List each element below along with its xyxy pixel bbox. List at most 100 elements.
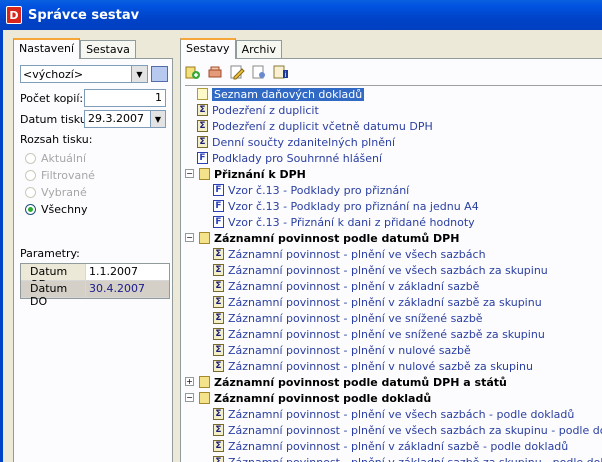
param-row[interactable]: Datum DO 30.4.2007 bbox=[21, 281, 169, 308]
tab-sestavy[interactable]: Sestavy bbox=[180, 38, 236, 59]
sum-report-icon: Σ bbox=[213, 408, 224, 420]
tab-nastaveni[interactable]: Nastavení bbox=[13, 38, 81, 59]
tree-item[interactable]: − Záznamní povinnost podle dokladů bbox=[185, 390, 602, 406]
tree-item[interactable]: Σ Záznamní povinnost - plnění ve snížené … bbox=[185, 326, 602, 342]
tree-item-label: Podklady pro Souhrnné hlášení bbox=[212, 151, 383, 165]
tree-item[interactable]: Σ Záznamní povinnost - plnění v nulové sa… bbox=[185, 342, 602, 358]
tree-item-label: Záznamní povinnost - plnění ve všech saz… bbox=[228, 263, 548, 277]
tree-item-label: Přiznání k DPH bbox=[214, 167, 306, 181]
tree-item-label: Vzor č.13 - Přiznání k dani z přidané ho… bbox=[228, 215, 475, 229]
sum-report-icon: Σ bbox=[213, 456, 224, 462]
sum-report-icon: Σ bbox=[213, 344, 224, 356]
tree-item[interactable]: F Podklady pro Souhrnné hlášení bbox=[185, 150, 602, 166]
tree-item-label: Záznamní povinnost - plnění ve všech saz… bbox=[228, 407, 575, 421]
chevron-down-icon[interactable]: ▼ bbox=[131, 66, 147, 82]
copies-label: Počet kopií: bbox=[20, 92, 84, 105]
tree-item-label: Záznamní povinnost - plnění ve snížené s… bbox=[228, 327, 545, 341]
folder-icon bbox=[199, 392, 210, 404]
tree-item-label: Podezření z duplicit včetně datumu DPH bbox=[212, 119, 433, 133]
chevron-down-icon[interactable]: ▼ bbox=[150, 111, 165, 127]
tree-item-label: Záznamní povinnost - plnění v základní s… bbox=[228, 279, 480, 293]
print-date-label: Datum tisku: bbox=[20, 113, 91, 126]
edit-icon[interactable] bbox=[229, 64, 245, 80]
tree-item[interactable]: F Vzor č.13 - Přiznání k dani z přidané h… bbox=[185, 214, 602, 230]
tree-item[interactable]: Σ Záznamní povinnost - plnění v nulové sa… bbox=[185, 358, 602, 374]
radio-aktualni[interactable]: Aktuální bbox=[25, 152, 86, 165]
sum-report-icon: Σ bbox=[213, 360, 224, 372]
tree-item-label: Seznam daňových dokladů bbox=[212, 87, 365, 101]
params-table: Datum OD 1.1.2007 Datum DO 30.4.2007 bbox=[20, 263, 170, 308]
radio-vsechny[interactable]: Všechny bbox=[25, 203, 88, 216]
sum-report-icon: Σ bbox=[213, 328, 224, 340]
right-tab-strip: Sestavy Archiv bbox=[180, 38, 282, 59]
tree-item-label: Záznamní povinnost - plnění v základní s… bbox=[228, 439, 569, 453]
tree-item[interactable]: Seznam daňových dokladů bbox=[185, 86, 602, 102]
copies-input[interactable]: 1 bbox=[84, 89, 166, 107]
tree-item[interactable]: Σ Záznamní povinnost - plnění ve všech sa… bbox=[185, 246, 602, 262]
tree-item-label: Záznamní povinnost - plnění v základní s… bbox=[228, 455, 602, 462]
sum-report-icon: Σ bbox=[197, 120, 208, 132]
tree-item[interactable]: Σ Záznamní povinnost - plnění v základní … bbox=[185, 454, 602, 462]
tree-item[interactable]: Σ Záznamní povinnost - plnění ve všech sa… bbox=[185, 262, 602, 278]
folder-icon bbox=[199, 232, 210, 244]
tree-item[interactable]: Σ Záznamní povinnost - plnění ve snížené … bbox=[185, 310, 602, 326]
document-icon bbox=[197, 88, 208, 100]
sum-report-icon: Σ bbox=[197, 136, 208, 148]
add-icon[interactable] bbox=[185, 64, 201, 80]
tree-item[interactable]: F Vzor č.13 - Podklady pro přiznání na je… bbox=[185, 198, 602, 214]
reports-tree: Seznam daňových dokladů Σ Podezření z dupl… bbox=[185, 85, 602, 462]
param-row[interactable]: Datum OD 1.1.2007 bbox=[21, 264, 169, 291]
tree-item[interactable]: + Záznamní povinnost podle datumů DPH a s… bbox=[185, 374, 602, 390]
tree-item[interactable]: Σ Záznamní povinnost - plnění ve všech sa… bbox=[185, 422, 602, 438]
tree-item-label: Záznamní povinnost podle dokladů bbox=[214, 391, 432, 405]
tree-item[interactable]: Σ Záznamní povinnost - plnění v základní … bbox=[185, 438, 602, 454]
tab-archiv[interactable]: Archiv bbox=[235, 40, 282, 59]
delete-icon[interactable] bbox=[207, 64, 223, 80]
sum-report-icon: Σ bbox=[213, 280, 224, 292]
tree-item-label: Záznamní povinnost - plnění v základní s… bbox=[228, 295, 542, 309]
tree-item-label: Záznamní povinnost podle datumů DPH a st… bbox=[214, 375, 507, 389]
printer-icon[interactable] bbox=[151, 66, 168, 82]
sum-report-icon: Σ bbox=[213, 248, 224, 260]
left-tab-strip: Nastavení Sestava bbox=[13, 38, 136, 59]
title-bar: D Správce sestav bbox=[0, 0, 602, 30]
collapse-icon[interactable]: − bbox=[185, 169, 194, 178]
tree-item-label: Záznamní povinnost - plnění ve snížené s… bbox=[228, 311, 483, 325]
param-key: Datum DO bbox=[21, 281, 86, 308]
tree-item-label: Záznamní povinnost - plnění v nulové saz… bbox=[228, 343, 471, 357]
tree-item[interactable]: Σ Denní součty zdanitelných plnění bbox=[185, 134, 602, 150]
tree-item[interactable]: Σ Podezření z duplicit včetně datumu DPH bbox=[185, 118, 602, 134]
settings-panel: <výchozí> ▼ Počet kopií: 1 Datum tisku: … bbox=[13, 58, 173, 462]
tree-item[interactable]: Σ Záznamní povinnost - plnění ve všech sa… bbox=[185, 406, 602, 422]
tree-item-label: Vzor č.13 - Podklady pro přiznání na jed… bbox=[228, 199, 479, 213]
preset-select-value: <výchozí> bbox=[23, 67, 84, 81]
tree-item[interactable]: Σ Záznamní povinnost - plnění v základní … bbox=[185, 278, 602, 294]
collapse-icon[interactable]: − bbox=[185, 233, 194, 242]
properties-icon[interactable] bbox=[251, 64, 267, 80]
tree-item-label: Záznamní povinnost - plnění ve všech saz… bbox=[228, 423, 602, 437]
tree-item-label: Podezření z duplicit bbox=[212, 103, 319, 117]
tree-item[interactable]: − Přiznání k DPH bbox=[185, 166, 602, 182]
tree-item-label: Záznamní povinnost podle datumů DPH bbox=[214, 231, 460, 245]
form-report-icon: F bbox=[213, 216, 224, 228]
params-label: Parametry: bbox=[20, 247, 80, 260]
param-value[interactable]: 30.4.2007 bbox=[86, 281, 169, 297]
folder-icon bbox=[199, 168, 210, 180]
form-report-icon: F bbox=[197, 152, 208, 164]
expand-icon[interactable]: + bbox=[185, 377, 194, 386]
preset-select[interactable]: <výchozí> ▼ bbox=[20, 65, 148, 83]
tree-item[interactable]: Σ Záznamní povinnost - plnění v základní … bbox=[185, 294, 602, 310]
info-icon[interactable]: i bbox=[273, 64, 289, 80]
radio-filtrovane[interactable]: Filtrované bbox=[25, 169, 95, 182]
form-report-icon: F bbox=[213, 200, 224, 212]
tree-item[interactable]: − Záznamní povinnost podle datumů DPH bbox=[185, 230, 602, 246]
tree-item[interactable]: F Vzor č.13 - Podklady pro přiznání bbox=[185, 182, 602, 198]
tree-item-label: Vzor č.13 - Podklady pro přiznání bbox=[228, 183, 410, 197]
collapse-icon[interactable]: − bbox=[185, 393, 194, 402]
radio-vybrane[interactable]: Vybrané bbox=[25, 186, 87, 199]
tab-sestava[interactable]: Sestava bbox=[80, 40, 136, 59]
param-value[interactable]: 1.1.2007 bbox=[86, 264, 169, 280]
sum-report-icon: Σ bbox=[213, 440, 224, 452]
sum-report-icon: Σ bbox=[213, 424, 224, 436]
tree-item[interactable]: Σ Podezření z duplicit bbox=[185, 102, 602, 118]
